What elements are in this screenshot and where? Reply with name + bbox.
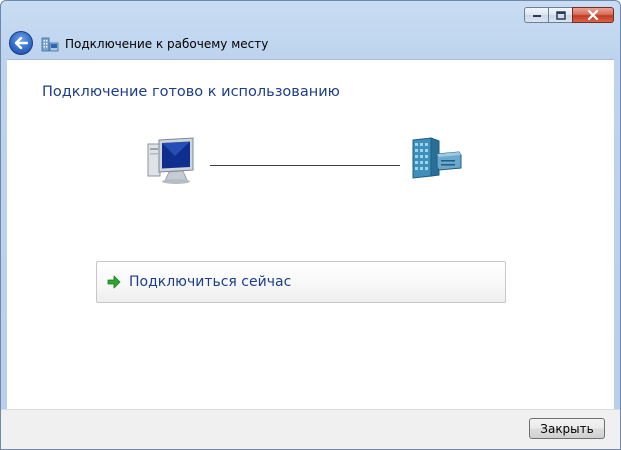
wizard-content: Подключение готово к использованию Подкл… [7, 59, 614, 410]
back-button[interactable] [9, 31, 33, 55]
caption-buttons [524, 7, 614, 23]
green-arrow-icon [107, 275, 121, 289]
back-arrow-icon [14, 37, 28, 49]
maximize-icon [555, 10, 566, 20]
connect-now-label: Подключиться сейчас [129, 274, 292, 290]
workplace-network-icon [41, 37, 59, 52]
close-button[interactable]: Закрыть [529, 418, 605, 439]
connect-now-option[interactable]: Подключиться сейчас [96, 261, 506, 303]
minimize-button[interactable] [524, 7, 548, 23]
title-bar: Подключение к рабочему месту [1, 1, 620, 59]
wizard-title: Подключение к рабочему месту [65, 37, 269, 51]
connection-diagram [7, 60, 614, 200]
maximize-button[interactable] [548, 7, 572, 23]
close-window-button[interactable] [572, 7, 614, 23]
server-icon [412, 137, 462, 179]
wizard-footer: Закрыть [1, 409, 620, 449]
wizard-window: Подключение к рабочему месту Подключение… [0, 0, 621, 450]
connection-line [210, 165, 400, 166]
computer-icon [147, 137, 194, 184]
minimize-icon [532, 15, 541, 17]
close-icon [587, 10, 599, 20]
